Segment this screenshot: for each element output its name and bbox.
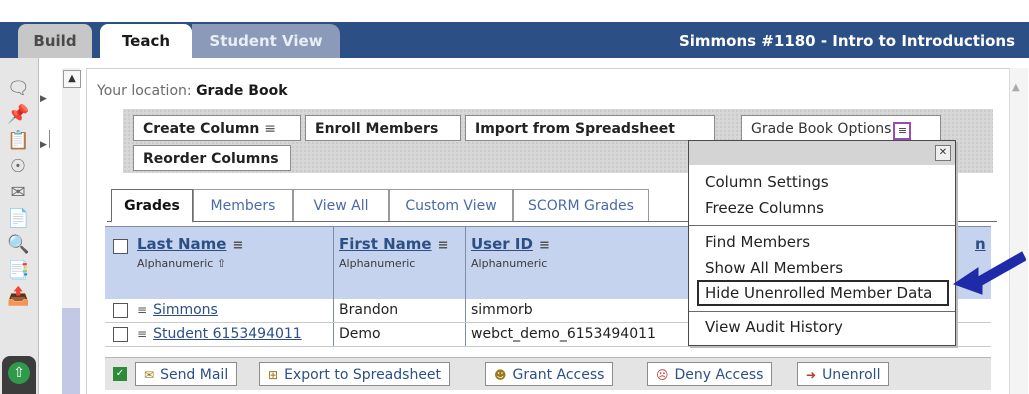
gradebook-window: Build Teach Student View Simmons #1180 -… <box>0 0 1029 394</box>
create-column-label: Create Column <box>143 121 260 137</box>
tab-grades[interactable]: Grades <box>111 189 193 223</box>
menu-icon[interactable]: ≡ <box>137 327 147 341</box>
create-column-button[interactable]: Create Column ≡ <box>133 115 301 141</box>
row-checkbox[interactable] <box>113 327 128 342</box>
menu-icon[interactable]: ≡ <box>137 303 147 317</box>
check-all-icon[interactable]: ✓ <box>113 367 127 381</box>
mail-icon: ✉ <box>144 368 155 382</box>
menu-icon[interactable]: ≡ <box>539 238 550 253</box>
send-mail-button[interactable]: ✉ Send Mail <box>135 362 238 386</box>
menu-item-hide-unenrolled[interactable]: Hide Unenrolled Member Data <box>705 284 932 302</box>
tab-student-view[interactable]: Student View <box>192 24 340 58</box>
column-title: First Name <box>339 235 432 253</box>
menu-icon[interactable]: ≡ <box>438 238 449 253</box>
menu-divider <box>689 311 955 312</box>
course-title: Simmons #1180 - Intro to Introductions <box>678 32 1015 50</box>
column-header-last-name[interactable]: Last Name ≡ <box>137 235 243 253</box>
column-title: User ID <box>471 235 533 253</box>
scroll-up-icon[interactable]: ▲ <box>1012 82 1020 93</box>
menu-item-freeze-columns[interactable]: Freeze Columns <box>705 199 824 217</box>
export-spreadsheet-button[interactable]: ⊞ Export to Spreadsheet <box>259 362 451 386</box>
row-checkbox[interactable] <box>113 303 128 318</box>
export-icon: ⊞ <box>268 368 279 382</box>
member-link[interactable]: Simmons <box>153 302 218 318</box>
scroll-track[interactable] <box>62 308 80 394</box>
menu-icon: ≡ <box>893 122 912 140</box>
column-header-user-id[interactable]: User ID ≡ <box>471 235 550 253</box>
mail-icon[interactable]: ✉ <box>7 182 29 204</box>
tab-build[interactable]: Build <box>18 24 92 58</box>
column-title: Last Name <box>137 235 227 253</box>
export-icon[interactable]: 📤 <box>7 286 29 308</box>
document-icon[interactable]: 📄 <box>7 208 29 230</box>
cell-first-name: Demo <box>339 326 381 342</box>
cell-last-name[interactable]: ≡ Student 6153494011 <box>137 322 302 346</box>
scroll-up-icon[interactable]: ▲ <box>63 70 81 88</box>
expand-arrow-icon[interactable]: ▶ <box>40 94 47 104</box>
grade-book-options-button[interactable]: Grade Book Options ≡ <box>741 115 941 141</box>
divider <box>49 130 50 148</box>
tab-members[interactable]: Members <box>193 189 293 221</box>
tab-scorm-grades[interactable]: SCORM Grades <box>513 189 649 221</box>
cell-user-id: webct_demo_6153494011 <box>471 326 656 342</box>
collapse-up-icon: ⇧ <box>8 362 30 384</box>
menu-icon[interactable]: ≡ <box>232 238 243 253</box>
expand-arrow-icon[interactable]: ▶ <box>40 140 47 150</box>
export-label: Export to Spreadsheet <box>284 367 442 383</box>
breadcrumb: Your location: Grade Book <box>97 83 288 99</box>
grant-access-button[interactable]: ☻ Grant Access <box>485 362 614 386</box>
menu-item-find-members[interactable]: Find Members <box>705 233 810 251</box>
import-spreadsheet-button[interactable]: Import from Spreadsheet <box>465 115 715 141</box>
menu-item-view-audit-history[interactable]: View Audit History <box>705 318 843 336</box>
pin-icon[interactable]: 📌 <box>7 104 29 126</box>
menu-divider <box>689 225 955 226</box>
action-bar: ✓ ✉ Send Mail ⊞ Export to Spreadsheet ☻ Gra… <box>105 357 991 390</box>
grade-book-options-menu: ✕ Column Settings Freeze Columns Find Me… <box>688 140 956 346</box>
menu-item-show-all-members[interactable]: Show All Members <box>705 259 843 277</box>
cell-last-name[interactable]: ≡ Simmons <box>137 298 218 322</box>
cell-user-id: simmorb <box>471 302 533 318</box>
annotation-arrow-icon <box>952 251 1026 295</box>
column-sort-label: Alphanumeric <box>339 257 416 270</box>
left-toolbar: 🗨 📌 📋 ☉ ✉ 📄 🔍 📑 📤 ▶ ▶ ⇧ <box>0 58 58 394</box>
enroll-members-button[interactable]: Enroll Members <box>305 115 461 141</box>
copy-icon[interactable]: 📑 <box>7 260 29 282</box>
chat-icon[interactable]: 🗨 <box>7 78 30 100</box>
close-icon[interactable]: ✕ <box>935 145 951 161</box>
menu-icon: ≡ <box>264 121 277 137</box>
column-header-first-name[interactable]: First Name ≡ <box>339 235 449 253</box>
search-icon[interactable]: 🔍 <box>7 234 29 256</box>
compass-icon[interactable]: ☉ <box>7 156 29 178</box>
deny-access-button[interactable]: ☹ Deny Access <box>647 362 773 386</box>
grant-access-icon: ☻ <box>494 368 507 382</box>
member-link[interactable]: Student 6153494011 <box>153 326 302 342</box>
cell-first-name: Brandon <box>339 302 399 318</box>
grade-book-options-label: Grade Book Options <box>751 121 892 137</box>
top-navigation: Build Teach Student View Simmons #1180 -… <box>0 0 1029 58</box>
unenroll-label: Unenroll <box>822 367 881 383</box>
reorder-columns-button[interactable]: Reorder Columns <box>133 145 291 171</box>
column-sort-label: Alphanumeric <box>471 257 548 270</box>
active-tool-button[interactable]: ⇧ <box>2 356 36 394</box>
menu-header: ✕ <box>689 141 955 165</box>
notes-icon[interactable]: 📋 <box>7 130 29 152</box>
deny-access-icon: ☹ <box>656 368 669 382</box>
unenroll-button[interactable]: ➜ Unenroll <box>797 362 890 386</box>
tab-custom-view[interactable]: Custom View <box>389 189 513 221</box>
column-sort-label: Alphanumeric ⇧ <box>137 257 227 270</box>
select-all-checkbox[interactable] <box>113 239 128 254</box>
grant-access-label: Grant Access <box>512 367 605 383</box>
breadcrumb-page: Grade Book <box>196 83 288 99</box>
right-scrollbar[interactable]: ▲ <box>1009 68 1028 394</box>
deny-access-label: Deny Access <box>674 367 764 383</box>
breadcrumb-prefix: Your location: <box>97 83 192 99</box>
menu-item-column-settings[interactable]: Column Settings <box>705 173 829 191</box>
tab-view-all[interactable]: View All <box>293 189 389 221</box>
left-scrollbar[interactable]: ▲ <box>62 68 81 394</box>
tab-teach[interactable]: Teach <box>100 24 192 58</box>
send-mail-label: Send Mail <box>160 367 229 383</box>
unenroll-icon: ➜ <box>806 368 817 382</box>
